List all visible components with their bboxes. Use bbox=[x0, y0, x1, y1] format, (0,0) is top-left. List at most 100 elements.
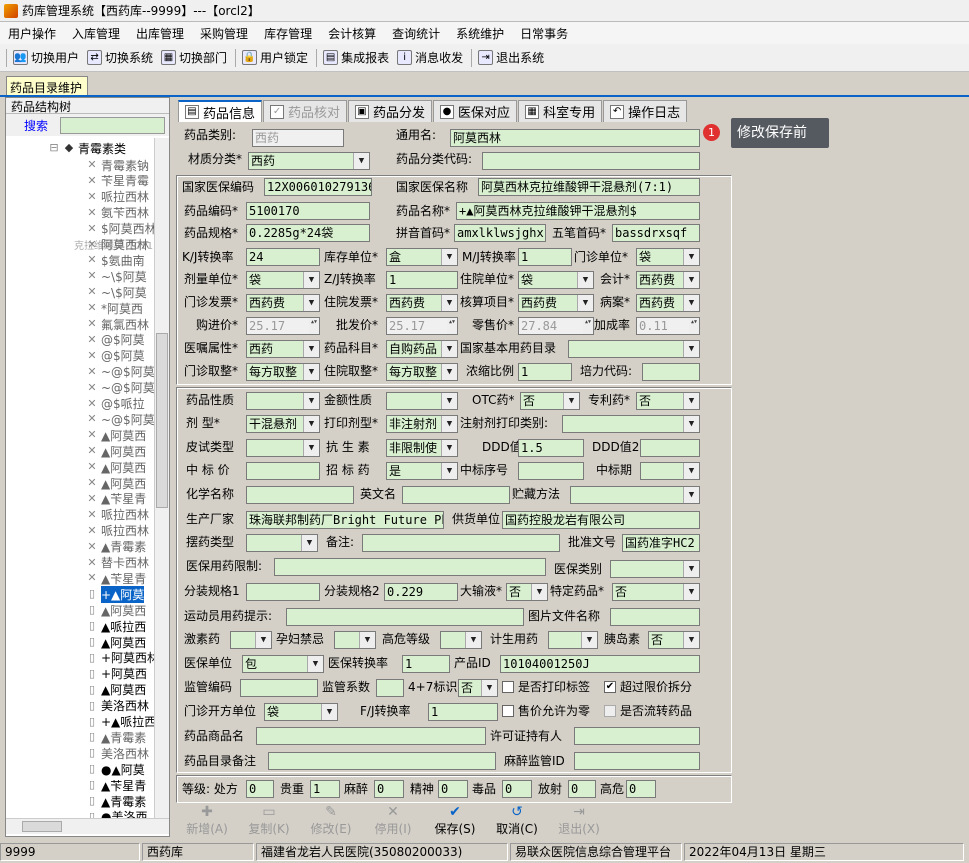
field-核算项目[interactable]: 西药费 bbox=[518, 294, 594, 312]
tree-node[interactable]: ▯ +▲哌拉西 bbox=[86, 714, 154, 730]
menu-outbound[interactable]: 出库管理 bbox=[128, 25, 192, 42]
tree-node[interactable]: ▯ 美洛西林 bbox=[86, 698, 149, 714]
exit-button[interactable]: ⇥ 退出(X) bbox=[548, 804, 610, 840]
tree-node[interactable]: ✕ @$哌拉 bbox=[86, 396, 144, 412]
field-药品规格[interactable]: 0.2285g*24袋 bbox=[246, 224, 370, 242]
tree-node[interactable]: ▯ ▲阿莫西 bbox=[86, 634, 146, 650]
field-4+7标识[interactable]: 否 bbox=[458, 679, 498, 697]
field-监管系数[interactable] bbox=[376, 679, 404, 697]
field-皮试类型[interactable] bbox=[246, 439, 320, 457]
exit-system-button[interactable]: ⇥ 退出系统 bbox=[478, 49, 544, 66]
tree-list[interactable]: ⊟◆青霉素类克拉维酸钾【01170056】✕青霉素钠✕苄星青霉✕哌拉西林✕氨苄西… bbox=[6, 138, 154, 819]
field-产品ID[interactable]: 10104001250J bbox=[500, 655, 700, 673]
field-精神[interactable]: 0 bbox=[438, 780, 468, 798]
tree-node[interactable]: ✕ $阿莫西林 bbox=[86, 221, 154, 237]
tree-node[interactable]: ▯ ▲阿莫西 bbox=[86, 682, 146, 698]
field-中标价[interactable] bbox=[246, 462, 320, 480]
tab-dept-only[interactable]: ▦ 科室专用 bbox=[518, 100, 603, 122]
field-供货单位[interactable]: 国药控股龙岩有限公司 bbox=[502, 511, 700, 529]
tree-node[interactable]: ▯ ▲青霉素 bbox=[86, 729, 146, 745]
copy-button[interactable]: ▭ 复制(K) bbox=[238, 804, 300, 840]
menu-daily[interactable]: 日常事务 bbox=[512, 25, 576, 42]
tree-node[interactable]: ▯ ▲哌拉西 bbox=[86, 618, 146, 634]
checkbox-超过限价拆分[interactable]: ✔ bbox=[604, 681, 616, 693]
messages-button[interactable]: i 消息收发 bbox=[397, 49, 463, 66]
field-医保单位[interactable]: 包 bbox=[242, 655, 324, 673]
field-医嘱属性[interactable]: 西药 bbox=[246, 340, 320, 358]
field-大输液[interactable]: 否 bbox=[506, 583, 548, 601]
field-MJ转换率[interactable]: 1 bbox=[518, 248, 572, 266]
field-药品名称[interactable]: +▲阿莫西林克拉维酸钾干混悬剂$ bbox=[456, 202, 700, 220]
tree-node[interactable]: ✕ 替卡西林 bbox=[86, 555, 149, 571]
field-特定药品[interactable]: 否 bbox=[612, 583, 700, 601]
add-button[interactable]: ✚ 新增(A) bbox=[176, 804, 238, 840]
field-计生用药[interactable] bbox=[548, 631, 598, 649]
tree-node[interactable]: ▯ +▲阿莫 bbox=[86, 585, 145, 603]
field-药品商品名[interactable] bbox=[256, 727, 486, 745]
reports-button[interactable]: ▤ 集成报表 bbox=[323, 49, 389, 66]
field-化学名称[interactable] bbox=[246, 486, 354, 504]
field-医保类别[interactable] bbox=[610, 560, 700, 578]
field-门诊取整[interactable]: 每方取整 bbox=[246, 363, 320, 381]
field-激素药[interactable] bbox=[230, 631, 272, 649]
field-中标期[interactable] bbox=[640, 462, 700, 480]
save-button[interactable]: ✔ 保存(S) bbox=[424, 804, 486, 840]
field-DDD值2[interactable] bbox=[640, 439, 700, 457]
field-孕妇禁忌[interactable] bbox=[334, 631, 376, 649]
tree-root-node[interactable]: ⊟ ◆ 青霉素类 bbox=[48, 140, 126, 156]
tree-node[interactable]: ▯ 美洛西林 bbox=[86, 745, 149, 761]
tree-node[interactable]: ▯ ●▲阿莫 bbox=[86, 761, 145, 777]
field-住院发票[interactable]: 西药费 bbox=[386, 294, 458, 312]
tab-drug-info[interactable]: ▤ 药品信息 bbox=[178, 100, 263, 122]
tree-node[interactable]: ✕ ~@$阿莫 bbox=[86, 380, 154, 396]
field-贵重[interactable]: 1 bbox=[310, 780, 340, 798]
field-住院取整[interactable]: 每方取整 bbox=[386, 363, 458, 381]
field-浓缩比例[interactable]: 1 bbox=[518, 363, 572, 381]
tree-node[interactable]: ✕ ~@$阿莫 bbox=[86, 411, 154, 427]
tree-vertical-scrollbar[interactable] bbox=[154, 138, 169, 818]
field-打印剂型[interactable]: 非注射剂 bbox=[386, 415, 458, 433]
field-会计[interactable]: 西药费 bbox=[636, 271, 700, 289]
field-抗生素[interactable]: 非限制使 bbox=[386, 439, 458, 457]
tree-node[interactable]: ✕ ▲阿莫西 bbox=[86, 427, 146, 443]
tree-node[interactable]: ✕ 苄星青霉 bbox=[86, 173, 149, 189]
field-五笔首码[interactable]: bassdrxsqf bbox=[612, 224, 700, 242]
tree-search-input[interactable] bbox=[60, 116, 166, 134]
checkbox-售价允许为零[interactable] bbox=[502, 705, 514, 717]
field-麻醉监管ID[interactable] bbox=[574, 752, 700, 770]
field-剂量单位[interactable]: 袋 bbox=[246, 271, 320, 289]
menu-stock[interactable]: 库存管理 bbox=[256, 25, 320, 42]
field-批准文号[interactable]: 国药准字HC2 bbox=[622, 534, 700, 552]
tree-node[interactable]: ▯ ▲阿莫西 bbox=[86, 602, 146, 618]
field-材质分类[interactable]: 西药 bbox=[248, 152, 370, 170]
field-分装规格1[interactable] bbox=[246, 583, 320, 601]
tree-node[interactable]: ✕ 哌拉西林 bbox=[86, 507, 149, 523]
field-许可证持有人[interactable] bbox=[574, 727, 700, 745]
field-药品科目[interactable]: 自购药品 bbox=[386, 340, 458, 358]
field-药品编码[interactable]: 5100170 bbox=[246, 202, 370, 220]
switch-system-button[interactable]: ⇄ 切换系统 bbox=[87, 49, 153, 66]
field-门诊发票[interactable]: 西药费 bbox=[246, 294, 320, 312]
menu-query[interactable]: 查询统计 bbox=[384, 25, 448, 42]
field-招标药[interactable]: 是 bbox=[386, 462, 458, 480]
tree-node[interactable]: ✕ @$阿莫 bbox=[86, 348, 144, 364]
tree-node[interactable]: ▯ +阿莫西 bbox=[86, 666, 147, 682]
edit-button[interactable]: ✎ 修改(E) bbox=[300, 804, 362, 840]
field-注射剂打印类别[interactable] bbox=[562, 415, 700, 433]
lock-user-button[interactable]: 🔒 用户锁定 bbox=[242, 49, 308, 66]
field-DDD值[interactable]: 1.5 bbox=[518, 439, 584, 457]
menu-system[interactable]: 系统维护 bbox=[448, 25, 512, 42]
field-批发价[interactable]: 25.17 bbox=[386, 317, 458, 335]
checkbox-是否打印标签[interactable] bbox=[502, 681, 514, 693]
search-label[interactable]: 搜索 bbox=[24, 117, 48, 134]
field-麻醉[interactable]: 0 bbox=[374, 780, 404, 798]
tree-node[interactable]: ✕ ▲阿莫西 bbox=[86, 443, 146, 459]
scroll-thumb[interactable] bbox=[156, 333, 168, 508]
field-药品性质[interactable] bbox=[246, 392, 320, 410]
field-摆药类型[interactable] bbox=[246, 534, 318, 552]
tree-node[interactable]: ✕ @$阿莫 bbox=[86, 332, 144, 348]
field-FJ转换率[interactable]: 1 bbox=[428, 703, 498, 721]
field-拼音首码[interactable]: amxlklwsjghx bbox=[454, 224, 546, 242]
field-病案[interactable]: 西药费 bbox=[636, 294, 700, 312]
menu-inbound[interactable]: 入库管理 bbox=[64, 25, 128, 42]
